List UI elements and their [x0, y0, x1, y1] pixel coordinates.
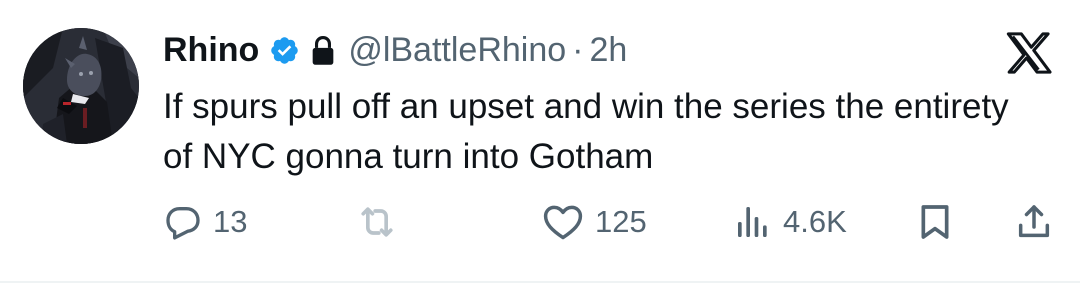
user-handle[interactable]: @lBattleRhino — [348, 31, 566, 70]
bookmark-icon — [915, 202, 955, 242]
reply-icon — [163, 202, 203, 242]
tweet-header: Rhino @lBattleRhino · 2h — [163, 28, 627, 72]
retweet-icon — [355, 200, 399, 244]
bookmark-button[interactable] — [915, 196, 955, 248]
heart-icon — [541, 200, 585, 244]
views-icon — [733, 202, 773, 242]
tweet-text: If spurs pull off an upset and win the s… — [163, 87, 1009, 176]
retweet-button[interactable] — [355, 196, 409, 248]
avatar[interactable] — [23, 28, 139, 144]
avatar-image — [23, 28, 139, 144]
x-logo-icon — [1005, 32, 1053, 74]
views-count: 4.6K — [783, 204, 847, 239]
share-icon — [1014, 202, 1054, 242]
like-button[interactable]: 125 — [541, 196, 647, 248]
like-count: 125 — [595, 204, 647, 239]
timestamp[interactable]: 2h — [590, 31, 628, 70]
tweet-card[interactable]: Rhino @lBattleRhino · 2h If spurs pull o… — [0, 0, 1080, 283]
views-button[interactable]: 4.6K — [733, 196, 847, 248]
share-button[interactable] — [1014, 196, 1054, 248]
verified-badge-icon — [269, 35, 300, 66]
reply-button[interactable]: 13 — [163, 196, 247, 248]
reply-count: 13 — [213, 204, 248, 239]
lock-icon — [310, 35, 336, 66]
separator-dot: · — [572, 30, 584, 69]
action-bar: 13 125 4.6K — [0, 196, 1080, 248]
display-name[interactable]: Rhino — [163, 31, 259, 70]
